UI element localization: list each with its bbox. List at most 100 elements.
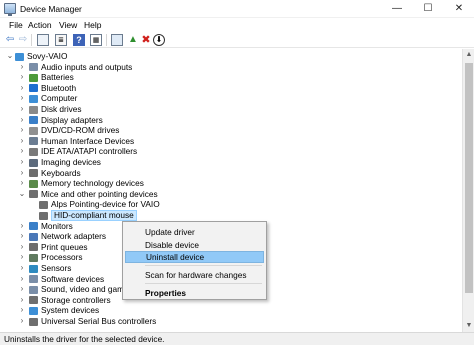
menu-file[interactable]: File xyxy=(9,20,23,30)
expand-chevron-icon[interactable]: › xyxy=(18,252,26,263)
tree-category[interactable]: › Computer xyxy=(18,93,460,104)
menu-help[interactable]: Help xyxy=(84,20,101,30)
tree-node-label: Sovy-VAIO xyxy=(27,51,68,61)
tree-category[interactable]: › Keyboards xyxy=(18,168,460,179)
tree-node-label: Display adapters xyxy=(41,114,103,125)
update-driver-icon[interactable]: ▲ xyxy=(127,34,139,46)
vertical-scrollbar[interactable]: ▲ ▼ xyxy=(462,49,474,332)
tree-category[interactable]: › Bluetooth xyxy=(18,83,460,94)
expand-chevron-icon[interactable]: › xyxy=(18,168,26,179)
tree-node-label: Universal Serial Bus controllers xyxy=(41,316,157,326)
expand-chevron-icon[interactable]: › xyxy=(18,83,26,94)
menu-action[interactable]: Action xyxy=(28,20,52,30)
tree-device[interactable]: Alps Pointing-device for VAIO xyxy=(30,199,460,210)
expand-chevron-icon[interactable]: › xyxy=(18,136,26,147)
tree-node-label: Imaging devices xyxy=(41,157,101,167)
show-hide-console-tree-icon[interactable] xyxy=(37,34,49,46)
expand-chevron-icon[interactable]: › xyxy=(18,146,26,157)
disk-icon xyxy=(29,105,38,114)
collapse-chevron-icon[interactable]: ⌄ xyxy=(18,189,26,200)
ide-icon xyxy=(29,147,38,156)
tree-category[interactable]: › System devices xyxy=(18,305,460,316)
expand-chevron-icon[interactable]: › xyxy=(18,115,26,126)
tree-device[interactable]: HID-compliant mouse xyxy=(30,210,460,221)
forward-icon[interactable]: ⇨ xyxy=(17,34,29,46)
scroll-up-icon[interactable]: ▲ xyxy=(463,49,474,61)
scan-hardware-icon[interactable] xyxy=(111,34,123,46)
scrollbar-thumb[interactable] xyxy=(465,63,473,293)
tree-category[interactable]: › IDE ATA/ATAPI controllers xyxy=(18,146,460,157)
context-menu-item-scan-for-hardware-changes[interactable]: Scan for hardware changes xyxy=(125,269,264,281)
monitor-icon xyxy=(29,222,38,231)
dvd-icon xyxy=(29,126,38,135)
expand-chevron-icon[interactable]: › xyxy=(18,242,26,253)
keyboard-icon xyxy=(29,169,38,178)
tree-category[interactable]: › Human Interface Devices xyxy=(18,136,460,147)
expand-chevron-icon[interactable]: › xyxy=(18,125,26,136)
title-bar: Device Manager — ☐ ✕ xyxy=(0,0,474,18)
toolbar-separator xyxy=(31,34,32,46)
tree-category[interactable]: › Memory technology devices xyxy=(18,178,460,189)
context-menu-item-properties[interactable]: Properties xyxy=(125,287,264,299)
minimize-button[interactable]: — xyxy=(382,0,412,18)
uninstall-icon[interactable]: ✖ xyxy=(140,34,152,46)
status-text: Uninstalls the driver for the selected d… xyxy=(4,334,165,344)
tree-node-label: Mice and other pointing devices xyxy=(41,188,158,199)
expand-chevron-icon[interactable]: › xyxy=(18,62,26,73)
storage-icon xyxy=(29,296,38,305)
collapse-chevron-icon[interactable]: ⌄ xyxy=(6,51,14,62)
mouse-icon xyxy=(39,200,48,209)
toolbar: ⇦ ⇨ ≣ ? ▦ ▲ ✖ ⬇ xyxy=(0,32,474,48)
expand-chevron-icon[interactable]: › xyxy=(18,284,26,295)
expand-chevron-icon[interactable]: › xyxy=(18,104,26,115)
cpu-icon xyxy=(29,253,38,262)
tree-node-label: Batteries xyxy=(41,72,74,83)
tree-category[interactable]: › Imaging devices xyxy=(18,157,460,168)
expand-chevron-icon[interactable]: › xyxy=(18,295,26,306)
tree-node-label: Disk drives xyxy=(41,104,82,114)
tree-node-label: Software devices xyxy=(41,273,105,284)
speaker-icon xyxy=(29,63,38,72)
tree-node-label: System devices xyxy=(41,305,100,316)
context-menu-item-uninstall-device[interactable]: Uninstall device xyxy=(125,251,264,263)
mouse-icon xyxy=(29,190,38,199)
tree-category[interactable]: › Disk drives xyxy=(18,104,460,115)
help-icon[interactable]: ? xyxy=(73,34,85,46)
tree-root-computer[interactable]: ⌄ Sovy-VAIO xyxy=(6,51,460,62)
close-button[interactable]: ✕ xyxy=(444,0,474,18)
toolbar-separator xyxy=(106,34,107,46)
camera-icon xyxy=(29,158,38,167)
expand-chevron-icon[interactable]: › xyxy=(18,157,26,168)
tree-category[interactable]: › Batteries xyxy=(18,72,460,83)
expand-chevron-icon[interactable]: › xyxy=(18,316,26,327)
tree-category[interactable]: ⌄ Mice and other pointing devices xyxy=(18,189,460,200)
tree-node-label: Memory technology devices xyxy=(41,178,144,189)
scroll-down-icon[interactable]: ▼ xyxy=(463,320,474,332)
tree-category[interactable]: › DVD/CD-ROM drives xyxy=(18,125,460,136)
sensor-icon xyxy=(29,264,38,273)
tree-category[interactable]: › Audio inputs and outputs xyxy=(18,62,460,73)
expand-chevron-icon[interactable]: › xyxy=(18,305,26,316)
status-bar: Uninstalls the driver for the selected d… xyxy=(0,332,474,345)
usb-icon xyxy=(29,317,38,326)
tree-node-label: Alps Pointing-device for VAIO xyxy=(51,199,160,210)
tree-node-label: Sensors xyxy=(41,263,72,273)
disable-icon[interactable]: ⬇ xyxy=(153,34,165,46)
expand-chevron-icon[interactable]: › xyxy=(18,263,26,274)
expand-chevron-icon[interactable]: › xyxy=(18,93,26,104)
expand-chevron-icon[interactable]: › xyxy=(18,72,26,83)
display-icon xyxy=(29,116,38,125)
context-menu-item-update-driver[interactable]: Update driver xyxy=(125,226,264,238)
context-menu-item-disable-device[interactable]: Disable device xyxy=(125,239,264,251)
expand-chevron-icon[interactable]: › xyxy=(18,231,26,242)
expand-chevron-icon[interactable]: › xyxy=(18,221,26,232)
expand-chevron-icon[interactable]: › xyxy=(18,178,26,189)
properties-icon[interactable]: ≣ xyxy=(55,34,67,46)
expand-chevron-icon[interactable]: › xyxy=(18,274,26,285)
back-icon[interactable]: ⇦ xyxy=(4,34,16,46)
maximize-button[interactable]: ☐ xyxy=(413,0,443,18)
tree-category[interactable]: › Display adapters xyxy=(18,115,460,126)
menu-view[interactable]: View xyxy=(59,20,77,30)
view-grid-icon[interactable]: ▦ xyxy=(90,34,102,46)
tree-category[interactable]: › Universal Serial Bus controllers xyxy=(18,316,460,327)
